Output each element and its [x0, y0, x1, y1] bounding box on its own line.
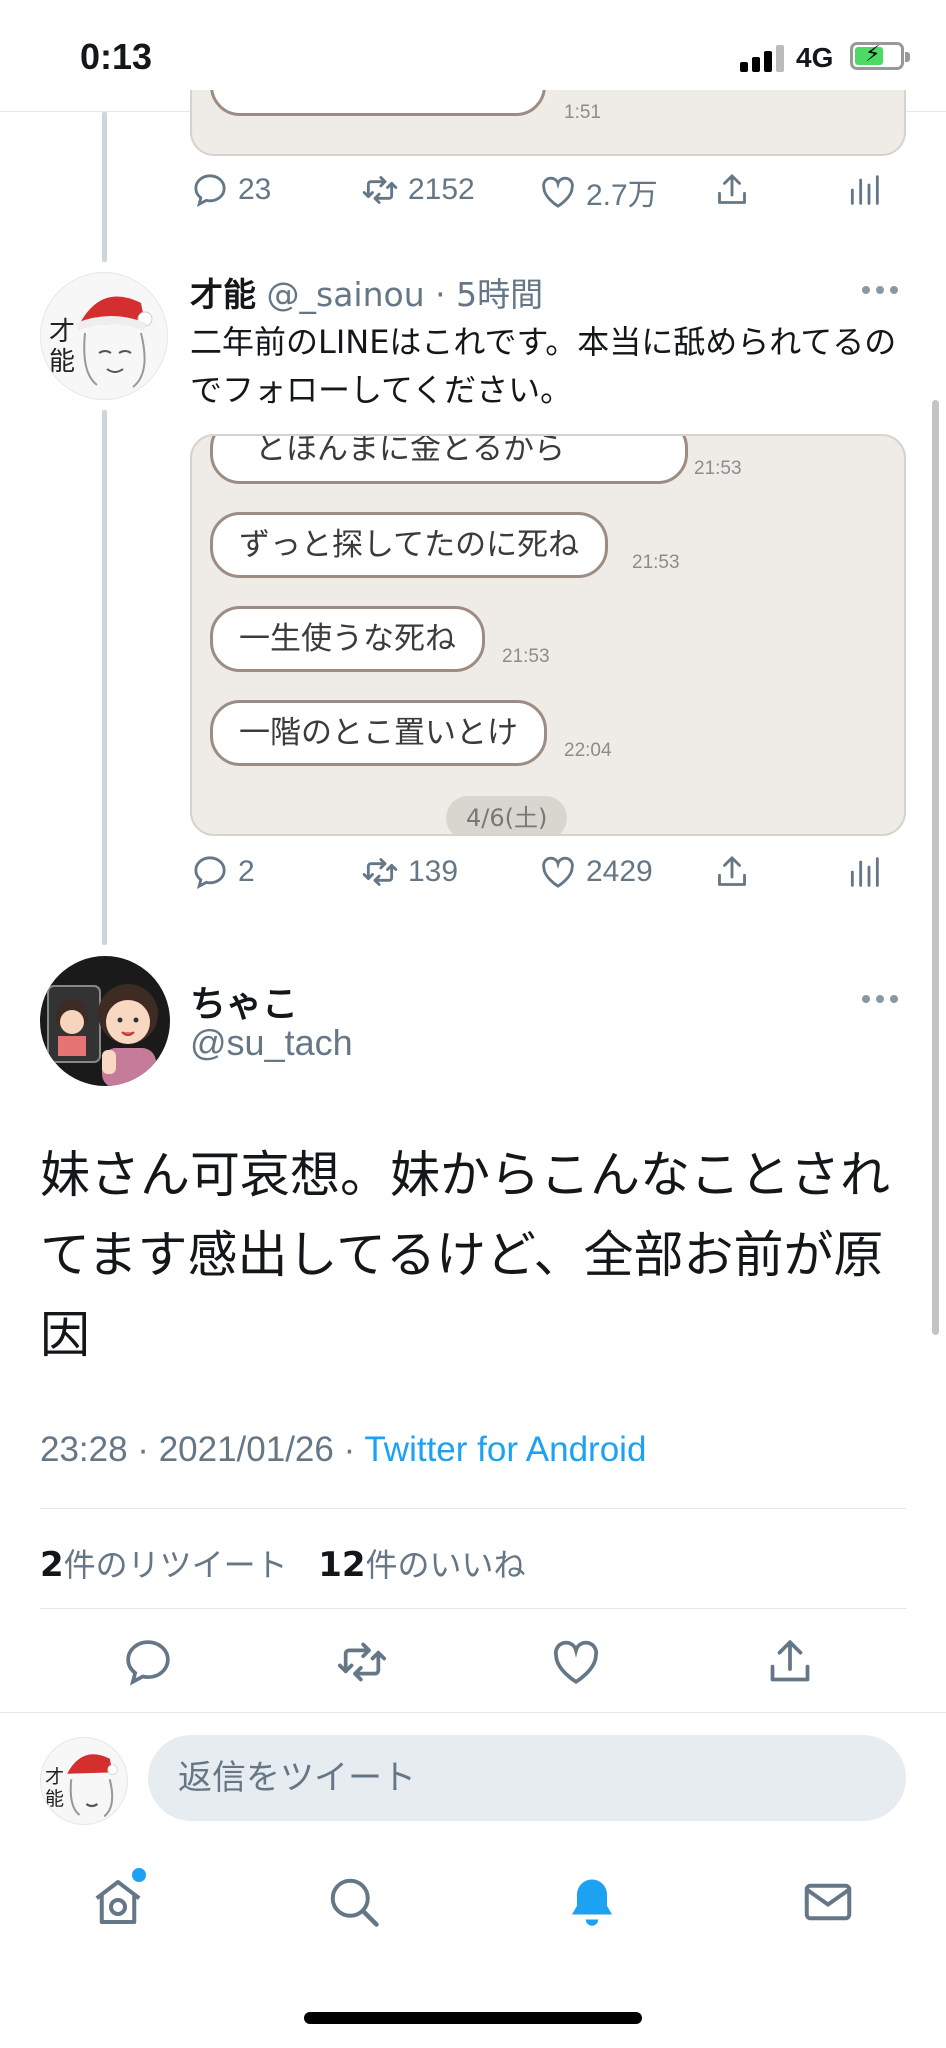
network-label: 4G: [796, 42, 834, 73]
more-icon[interactable]: [862, 286, 900, 296]
reply-count: 2: [238, 855, 255, 888]
like-button[interactable]: 2429: [538, 852, 653, 892]
heart-icon: [542, 856, 574, 888]
share-button[interactable]: [712, 170, 752, 210]
divider: [40, 1508, 906, 1509]
battery-icon: ⚡: [850, 42, 910, 70]
retweet-icon: [362, 858, 398, 886]
home-indicator: [304, 2012, 642, 2024]
signal-icon: [740, 44, 786, 72]
retweet-stat[interactable]: 2件のリツイート: [40, 1545, 288, 1585]
chat-bubble-prev: [210, 90, 546, 116]
chat-time: 21:53: [632, 552, 680, 573]
avatar-drawing: [47, 984, 158, 1086]
author-handle[interactable]: @_sainou: [267, 275, 425, 314]
tweet-metadata: 23:28 · 2021/01/26 · Twitter for Android: [40, 1430, 646, 1470]
avatar-sainou[interactable]: 才能: [40, 272, 168, 400]
author-name[interactable]: 才能: [190, 275, 256, 314]
bell-icon: [572, 1879, 612, 1926]
retweet-count: 139: [408, 855, 459, 888]
reply-icon: [126, 1640, 170, 1686]
divider: [40, 1608, 906, 1609]
like-count: 2.7万: [586, 179, 658, 212]
scrollbar[interactable]: [932, 400, 939, 1335]
like-stat[interactable]: 12件のいいね: [318, 1545, 525, 1585]
chat-time: 21:53: [694, 458, 742, 479]
share-button[interactable]: [712, 852, 752, 892]
share-icon: [770, 1640, 810, 1682]
share-button[interactable]: [762, 1634, 818, 1690]
retweet-icon: [337, 1642, 387, 1682]
share-icon: [718, 174, 746, 204]
tab-messages[interactable]: [798, 1872, 858, 1932]
analytics-icon: [850, 175, 879, 205]
tweet-media-prev[interactable]: 1:51: [190, 90, 906, 156]
tweet-time[interactable]: 5時間: [456, 275, 543, 314]
chat-bubble: 一生使うな死ね: [210, 606, 485, 672]
avatar-label: 才能: [49, 317, 76, 377]
reply-input[interactable]: 返信をツイート: [148, 1735, 906, 1821]
retweet-icon: [362, 176, 398, 204]
tab-notifications[interactable]: [562, 1872, 622, 1932]
mail-icon: [804, 1883, 852, 1921]
avatar-label: 才能: [45, 1766, 65, 1810]
retweet-button[interactable]: 2152: [360, 170, 475, 210]
tweet-actions-prev: 23 2152 2.7万: [190, 170, 906, 226]
reply-icon: [194, 856, 226, 889]
tweet-timestamp: 23:28 · 2021/01/26 ·: [40, 1430, 365, 1469]
tab-home[interactable]: [88, 1868, 148, 1932]
heart-icon: [542, 176, 574, 208]
reply-button[interactable]: [120, 1634, 176, 1690]
retweet-button[interactable]: 139: [360, 852, 458, 892]
chat-bubble: とほんまに金とるから: [210, 436, 688, 484]
chat-bubble: ずっと探してたのに死ね: [210, 512, 609, 578]
reply-bar: 才能 返信をツイート: [0, 1712, 946, 1846]
status-time: 0:13: [80, 36, 153, 77]
tweet-text: 二年前のLINEはこれです。本当に舐められてるのでフォローしてください。: [190, 323, 897, 409]
tab-search[interactable]: [324, 1872, 384, 1932]
more-icon[interactable]: [862, 995, 900, 1005]
tweet-stats: 2件のリツイート 12件のいいね: [40, 1540, 526, 1586]
chat-date: 4/6(土): [446, 796, 568, 834]
chat-time: 22:04: [564, 740, 612, 761]
author-handle[interactable]: @su_tach: [190, 1022, 353, 1064]
analytics-button[interactable]: [844, 170, 884, 210]
share-icon: [718, 856, 746, 886]
reply-icon: [194, 174, 226, 207]
chat-time: 21:53: [502, 646, 550, 667]
like-button[interactable]: [548, 1634, 604, 1690]
retweet-button[interactable]: [334, 1634, 390, 1690]
separator: ·: [435, 275, 446, 314]
chat-bubble: 一階のとこ置いとけ: [210, 700, 547, 766]
my-avatar[interactable]: 才能: [40, 1737, 128, 1825]
main-tweet-actions: [0, 1628, 946, 1698]
author-name[interactable]: ちゃこ: [190, 975, 298, 1027]
reply-button[interactable]: 23: [190, 170, 271, 210]
heart-icon: [553, 1640, 599, 1685]
reply-count: 23: [238, 173, 272, 206]
notification-dot: [132, 1868, 146, 1882]
main-tweet-text: 妹さん可哀想。妹からこんなことされてます感出してるけど、全部お前が原因: [40, 1146, 890, 1364]
analytics-button[interactable]: [844, 852, 884, 892]
tweet-header: 才能 @_sainou · 5時間: [190, 268, 543, 316]
tweet-actions: 2 139 2429: [190, 852, 906, 908]
tweet-source-link[interactable]: Twitter for Android: [364, 1430, 646, 1469]
analytics-icon: [850, 857, 879, 887]
chat-time-prev: 1:51: [564, 102, 601, 123]
like-button[interactable]: 2.7万: [538, 170, 658, 214]
like-count: 2429: [586, 855, 653, 888]
thread-line: [102, 112, 107, 262]
tweet-media[interactable]: とほんまに金とるから 21:53 ずっと探してたのに死ね 21:53 一生使うな…: [190, 434, 906, 836]
thread-line: [102, 410, 107, 945]
reply-button[interactable]: 2: [190, 852, 255, 892]
avatar-chako[interactable]: [40, 956, 170, 1086]
search-icon: [330, 1878, 379, 1927]
retweet-count: 2152: [408, 173, 475, 206]
